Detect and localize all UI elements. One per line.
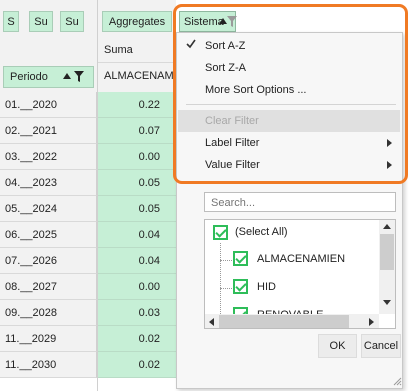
horizontal-scroll-thumb[interactable] bbox=[219, 315, 349, 328]
suma-header: Suma bbox=[104, 44, 133, 56]
row-value: 0.05 bbox=[98, 196, 176, 222]
tree-line bbox=[220, 260, 232, 261]
sort-asc-icon bbox=[63, 73, 71, 79]
row-label: 11.__2030 bbox=[0, 352, 97, 378]
ok-button[interactable]: OK bbox=[318, 334, 357, 358]
row-label: 01.__2020 bbox=[0, 92, 97, 118]
header-separator bbox=[98, 62, 176, 63]
periodo-button[interactable]: Periodo bbox=[3, 66, 94, 88]
filter-list: (Select All) ALMACENAMIEN HID RENOVABLE bbox=[204, 219, 396, 329]
highlight-annotation bbox=[173, 4, 408, 184]
almacenam-header: ALMACENAM bbox=[104, 70, 174, 82]
resize-grip-icon[interactable] bbox=[392, 376, 402, 389]
select-all-label[interactable]: (Select All) bbox=[235, 226, 288, 238]
row-value: 0.05 bbox=[98, 170, 176, 196]
aggregates-button[interactable]: Aggregates bbox=[102, 11, 172, 32]
row-label: 08.__2027 bbox=[0, 274, 97, 300]
field-button-1[interactable]: S bbox=[3, 11, 19, 32]
scroll-up-icon[interactable] bbox=[383, 224, 391, 229]
hid-label[interactable]: HID bbox=[257, 281, 276, 293]
scroll-down-icon[interactable] bbox=[383, 300, 391, 305]
almacenamien-checkbox[interactable] bbox=[233, 251, 248, 266]
hid-checkbox[interactable] bbox=[233, 279, 248, 294]
row-label: 06.__2025 bbox=[0, 222, 97, 248]
almacenamien-label[interactable]: ALMACENAMIEN bbox=[257, 253, 345, 265]
scroll-thumb[interactable] bbox=[380, 234, 394, 270]
row-label: 11.__2029 bbox=[0, 326, 97, 352]
row-value: 0.04 bbox=[98, 248, 176, 274]
row-value: 0.22 bbox=[98, 92, 176, 118]
row-label: 07.__2026 bbox=[0, 248, 97, 274]
row-label: 02.__2021 bbox=[0, 118, 97, 144]
field-button-3[interactable]: Su bbox=[60, 11, 84, 32]
row-value: 0.02 bbox=[98, 326, 176, 352]
row-label: 09.__2028 bbox=[0, 300, 97, 326]
search-box[interactable] bbox=[204, 192, 396, 212]
cancel-button[interactable]: Cancel bbox=[361, 334, 401, 358]
row-value: 0.00 bbox=[98, 274, 176, 300]
scroll-right-icon[interactable] bbox=[369, 318, 374, 326]
row-label: 04.__2023 bbox=[0, 170, 97, 196]
search-input[interactable] bbox=[209, 194, 393, 212]
row-value: 0.07 bbox=[98, 118, 176, 144]
row-value: 0.03 bbox=[98, 300, 176, 326]
row-value: 0.00 bbox=[98, 144, 176, 170]
tree-line bbox=[220, 288, 232, 289]
field-button-2[interactable]: Su bbox=[29, 11, 53, 32]
scroll-left-icon[interactable] bbox=[209, 318, 214, 326]
filter-icon bbox=[74, 71, 84, 85]
row-label: 03.__2022 bbox=[0, 144, 97, 170]
row-label: 05.__2024 bbox=[0, 196, 97, 222]
periodo-label: Periodo bbox=[10, 71, 48, 83]
row-value: 0.02 bbox=[98, 352, 176, 378]
row-value: 0.04 bbox=[98, 222, 176, 248]
select-all-checkbox[interactable] bbox=[213, 225, 228, 240]
